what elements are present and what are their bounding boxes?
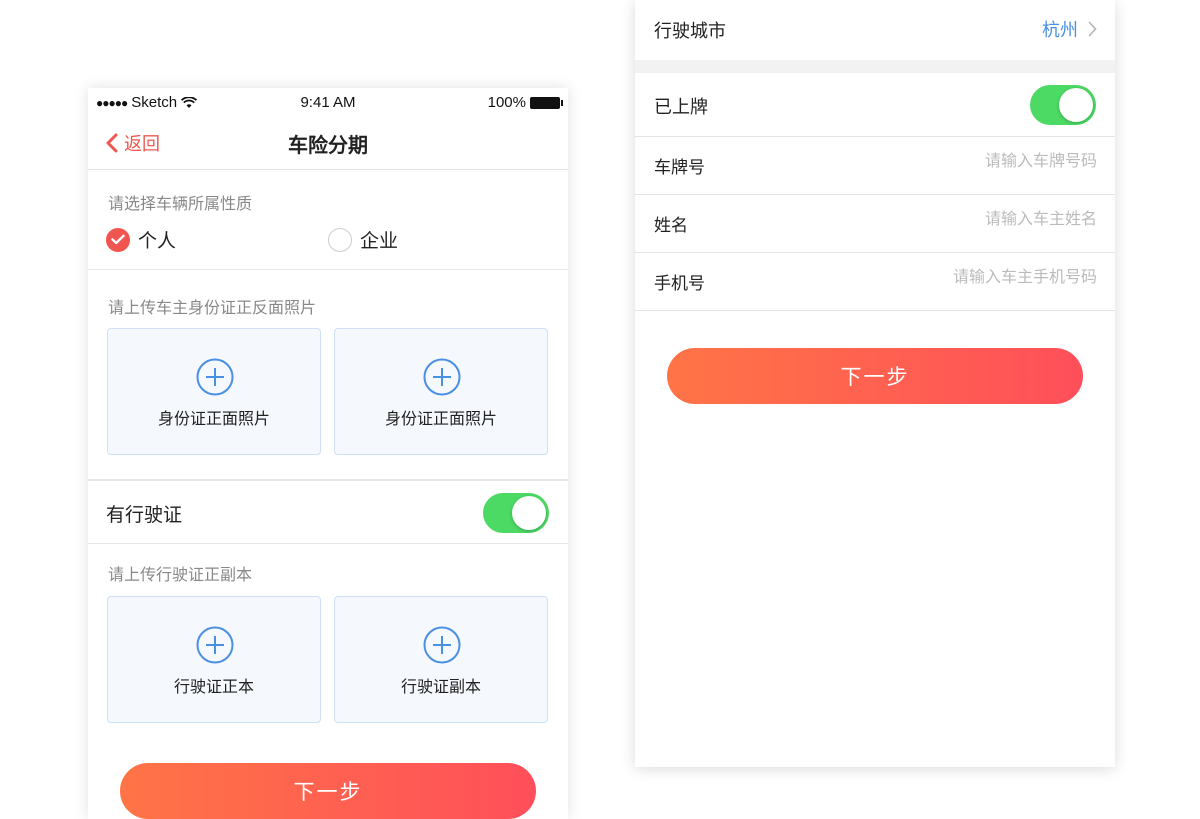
license-label: 有行驶证 [106,504,183,526]
radio-enterprise[interactable]: 企业 [328,226,398,253]
id-upload-section: 请上传车主身份证正反面照片 身份证正面照片 身份证正面照片 [88,270,568,480]
city-row[interactable]: 行驶城市 杭州 [635,0,1115,60]
owner-name-row: 姓名 [635,195,1115,253]
vehicle-nature-section: 请选择车辆所属性质 个人 企业 [88,170,568,270]
status-bar: ●●●●● Sketch 9:41 AM 100% [88,88,568,118]
status-right: 100% [487,94,563,111]
battery-icon [530,96,563,109]
plus-circle-icon [196,358,234,396]
right-phone-screen: 行驶城市 杭州 已上牌 车牌号 姓名 手机号 下一步 [635,0,1115,767]
license-upload-hint: 请上传行驶证正副本 [108,565,253,584]
plate-number-input[interactable] [857,151,1097,170]
phone-label: 手机号 [654,274,705,294]
license-upload-section: 请上传行驶证正副本 行驶证正本 行驶证副本 [88,544,568,754]
toggle-knob [512,496,546,530]
chevron-right-icon [1088,21,1097,37]
upload-license-copy[interactable]: 行驶证副本 [334,596,548,723]
section-divider [635,60,1115,73]
upload-license-main-label: 行驶证正本 [173,677,254,696]
plated-row: 已上牌 [635,73,1115,137]
battery-percent: 100% [487,94,526,111]
left-phone-screen: ●●●●● Sketch 9:41 AM 100% 返回 车险分期 请选择车辆所… [88,88,568,819]
upload-id-back-label: 身份证正面照片 [384,409,497,428]
radio-personal[interactable]: 个人 [106,226,176,253]
plus-circle-icon [196,626,234,664]
city-value[interactable]: 杭州 [1042,16,1097,42]
radio-enterprise-label: 企业 [360,230,399,252]
plus-circle-icon [423,626,461,664]
navigation-bar: 返回 车险分期 [88,118,568,170]
owner-name-input[interactable] [857,209,1097,228]
plus-circle-icon [423,358,461,396]
plated-label: 已上牌 [654,97,708,118]
next-step-button[interactable]: 下一步 [120,763,536,819]
plate-number-label: 车牌号 [654,158,705,178]
phone-row: 手机号 [635,253,1115,311]
owner-name-label: 姓名 [654,216,688,236]
license-toggle[interactable] [483,493,549,533]
upload-id-back[interactable]: 身份证正面照片 [334,328,548,455]
radio-personal-label: 个人 [138,230,177,252]
check-icon [106,227,130,252]
license-toggle-row: 有行驶证 [88,480,568,544]
upload-id-front[interactable]: 身份证正面照片 [107,328,321,455]
id-upload-hint: 请上传车主身份证正反面照片 [108,298,317,317]
phone-input[interactable] [857,267,1097,286]
next-step-button-right[interactable]: 下一步 [667,348,1083,404]
toggle-knob [1059,88,1093,122]
plate-number-row: 车牌号 [635,137,1115,195]
upload-id-front-label: 身份证正面照片 [157,409,270,428]
page-title: 车险分期 [288,133,368,157]
city-label: 行驶城市 [654,21,726,42]
radio-unchecked-icon [328,227,352,252]
upload-license-copy-label: 行驶证副本 [400,677,481,696]
plated-toggle[interactable] [1030,85,1096,125]
city-value-text: 杭州 [1042,20,1078,41]
upload-license-main[interactable]: 行驶证正本 [107,596,321,723]
vehicle-nature-hint: 请选择车辆所属性质 [108,194,253,213]
